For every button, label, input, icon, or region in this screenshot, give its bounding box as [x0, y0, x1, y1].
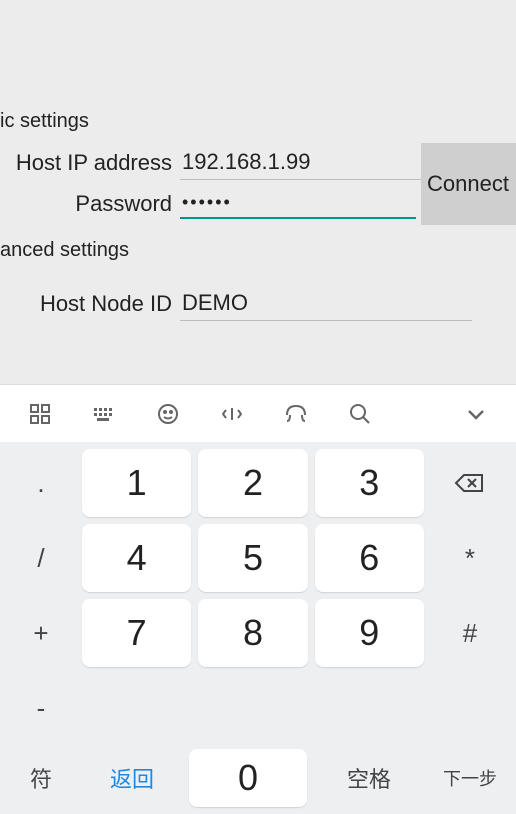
advanced-settings-header: anced settings	[0, 235, 516, 270]
host-node-label: Host Node ID	[0, 291, 180, 317]
soft-keyboard: . / + - 123 456* 789# 符返回0空格下一步	[0, 384, 516, 814]
key-6[interactable]: 6	[315, 524, 424, 592]
host-ip-label: Host IP address	[0, 150, 180, 176]
key-2[interactable]: 2	[198, 449, 307, 517]
collapse-keyboard-icon[interactable]	[444, 385, 508, 443]
key-slash[interactable]: /	[7, 524, 75, 592]
key-8[interactable]: 8	[198, 599, 307, 667]
key-3[interactable]: 3	[315, 449, 424, 517]
keyboard-switch-icon[interactable]	[72, 385, 136, 443]
key-next[interactable]: 下一步	[431, 749, 509, 807]
search-icon[interactable]	[328, 385, 392, 443]
key-hash[interactable]: #	[431, 599, 509, 667]
grid-icon[interactable]	[8, 385, 72, 443]
basic-settings-header: ic settings	[0, 106, 516, 141]
key-minus[interactable]: -	[7, 674, 75, 742]
password-input[interactable]	[180, 188, 416, 219]
key-space[interactable]: 空格	[314, 749, 424, 807]
password-label: Password	[0, 191, 180, 217]
key-9[interactable]: 9	[315, 599, 424, 667]
key-1[interactable]: 1	[82, 449, 191, 517]
cursor-icon[interactable]	[200, 385, 264, 443]
key-return[interactable]: 返回	[82, 749, 182, 807]
key-0[interactable]: 0	[189, 749, 307, 807]
key-5[interactable]: 5	[198, 524, 307, 592]
keyboard-toolbar	[0, 384, 516, 442]
settings-form: ic settings Host IP address Password anc…	[0, 0, 516, 435]
host-node-input[interactable]	[180, 286, 472, 321]
key-mode[interactable]: 符	[7, 749, 75, 807]
key-7[interactable]: 7	[82, 599, 191, 667]
keyboard-keys: . / + - 123 456* 789#	[0, 442, 516, 749]
emoji-icon[interactable]	[136, 385, 200, 443]
key-backspace[interactable]	[431, 449, 509, 517]
key-4[interactable]: 4	[82, 524, 191, 592]
key-plus[interactable]: +	[7, 599, 75, 667]
connect-button[interactable]: Connect	[421, 143, 516, 225]
host-node-row: Host Node ID	[0, 282, 516, 325]
key-dot[interactable]: .	[7, 449, 75, 517]
voice-icon[interactable]	[264, 385, 328, 443]
key-star[interactable]: *	[431, 524, 509, 592]
